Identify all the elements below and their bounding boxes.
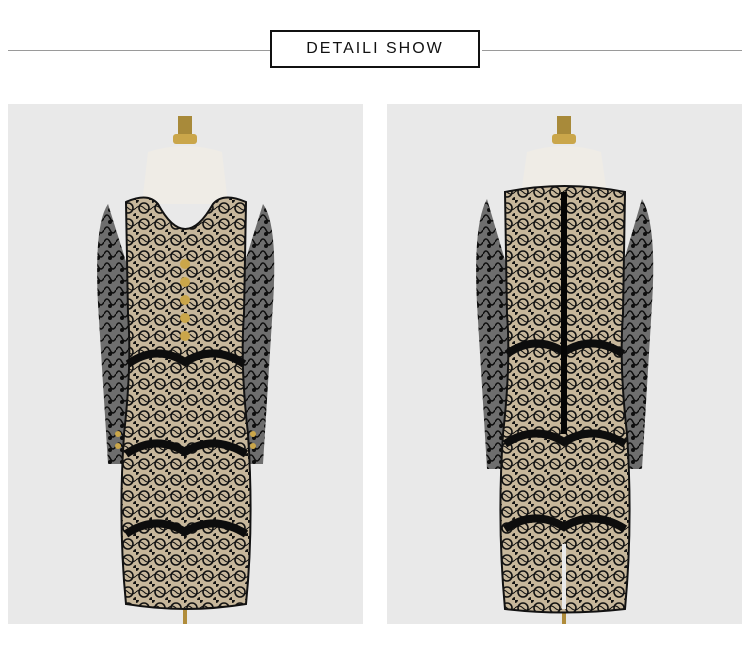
mannequin-finial — [178, 116, 192, 136]
button-5 — [180, 331, 190, 341]
header-rule-left — [8, 50, 270, 51]
header-rule-right — [482, 50, 742, 51]
mannequin-neck — [142, 146, 228, 204]
section-title-box: DETAILI SHOW — [270, 30, 480, 68]
dress-front-icon — [97, 116, 275, 624]
product-photo-front — [8, 104, 363, 624]
button-4 — [180, 313, 190, 323]
button-1 — [180, 259, 190, 269]
button-3 — [180, 295, 190, 305]
section-title: DETAILI SHOW — [306, 40, 444, 57]
product-photo-back — [387, 104, 742, 624]
button-2 — [180, 277, 190, 287]
dress-back-icon — [476, 116, 654, 624]
section-header: DETAILI SHOW — [0, 0, 750, 100]
mannequin-cap — [173, 134, 197, 144]
